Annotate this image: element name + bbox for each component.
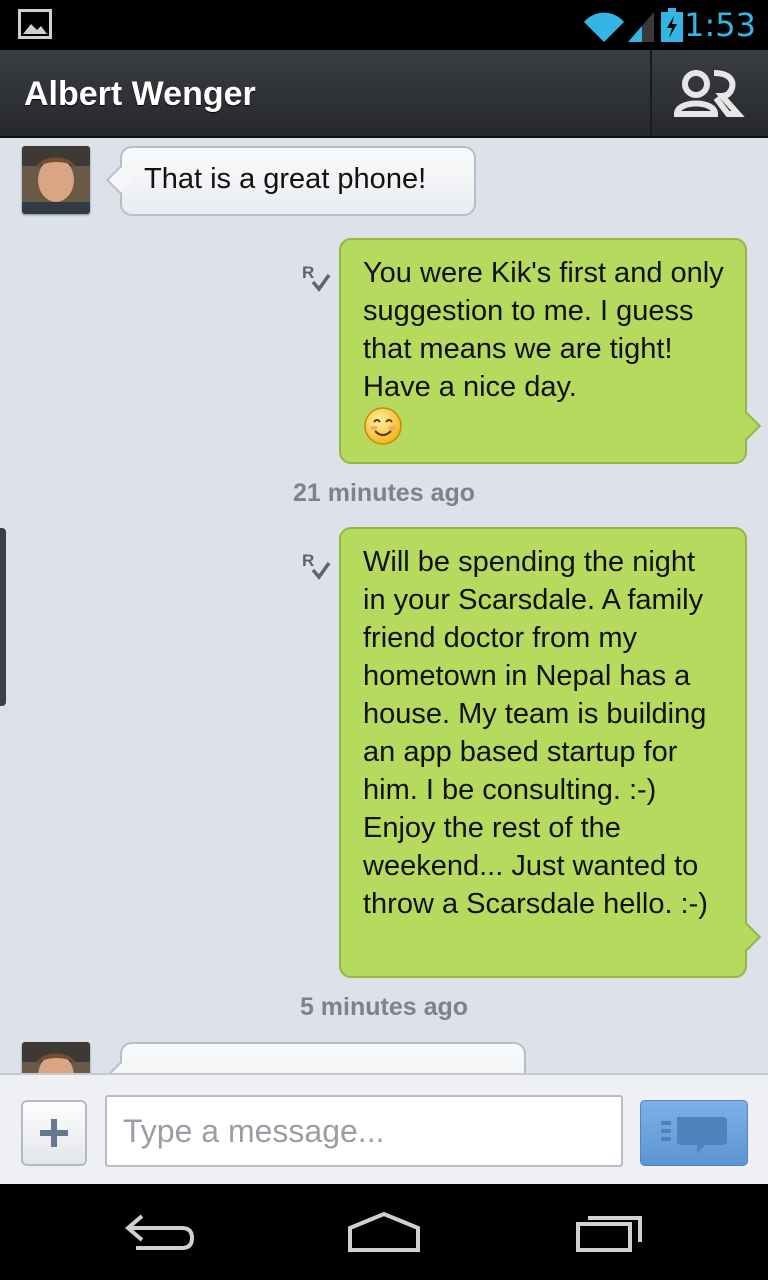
svg-text:R: R	[302, 551, 314, 570]
back-icon	[124, 1214, 195, 1250]
read-receipt-icon: R	[302, 551, 331, 580]
message-text: You were Kik's first and only suggestion…	[363, 257, 724, 403]
conversation-view[interactable]: That is a great phone! R You were Kik's …	[0, 138, 768, 1073]
message-composer	[0, 1073, 768, 1184]
contact-profile-button[interactable]	[650, 50, 768, 136]
add-attachment-button[interactable]	[21, 1100, 87, 1166]
bubble-tail	[105, 1061, 135, 1073]
recent-apps-icon	[576, 1216, 642, 1252]
contact-profile-icon	[674, 70, 745, 117]
navigation-bar	[0, 1184, 768, 1280]
drawer-handle[interactable]	[0, 528, 6, 706]
svg-text:R: R	[302, 263, 314, 282]
home-button[interactable]	[336, 1206, 432, 1258]
bubble-tail	[732, 411, 762, 441]
message-bubble-incoming[interactable]: That is a great phone!	[105, 146, 476, 216]
message-input[interactable]	[105, 1095, 623, 1167]
message-text: That is a great phone!	[144, 163, 427, 195]
contact-name[interactable]: Albert Wenger	[24, 72, 256, 116]
message-bubble-outgoing[interactable]: Will be spending the night in your Scars…	[339, 527, 762, 978]
back-button[interactable]	[112, 1206, 208, 1258]
read-receipt-icon: R	[302, 263, 331, 292]
gallery-icon	[18, 9, 52, 39]
battery-charging-icon	[661, 8, 683, 42]
send-message-icon	[661, 1117, 727, 1153]
message-bubble-incoming[interactable]	[105, 1042, 526, 1073]
recent-apps-button[interactable]	[560, 1206, 656, 1258]
home-icon	[348, 1211, 420, 1252]
smiling-face-emoji	[364, 407, 402, 446]
chat-header: Albert Wenger	[0, 50, 768, 138]
status-clock: 1:53	[684, 6, 756, 44]
message-bubble-outgoing[interactable]: You were Kik's first and only suggestion…	[339, 238, 762, 464]
bubble-tail	[105, 165, 135, 195]
bubble-tail	[732, 922, 762, 952]
message-timestamp: 21 minutes ago	[293, 479, 475, 507]
plus-icon	[40, 1119, 68, 1147]
contact-avatar[interactable]	[22, 1042, 90, 1073]
message-text: Will be spending the night in your Scars…	[363, 546, 708, 920]
status-bar: 1:53	[0, 0, 768, 50]
contact-avatar[interactable]	[22, 146, 90, 214]
send-button[interactable]	[640, 1100, 748, 1166]
message-timestamp: 5 minutes ago	[299, 993, 469, 1021]
